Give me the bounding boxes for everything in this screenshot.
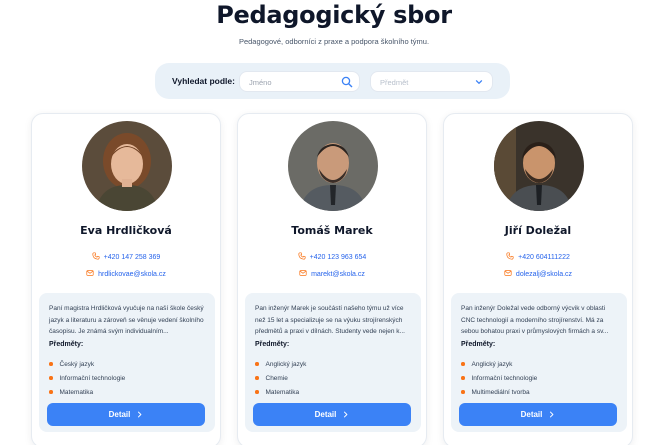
avatar [82,121,172,211]
subject-item: Matematika [255,385,306,399]
search-bar: Vyhledat podle: Předmět [155,63,510,99]
chevron-right-icon [138,411,142,418]
phone-link[interactable]: +420 604111222 [444,252,632,261]
teacher-bio: Paní magistra Hrdličková vyučuje na naší… [49,305,204,335]
detail-button[interactable]: Detail [47,403,205,426]
search-icon[interactable] [341,76,353,88]
teacher-info-panel: Paní magistra Hrdličková vyučuje na naší… [39,293,215,432]
chevron-down-icon [475,80,483,84]
bullet-icon [255,376,259,380]
page-title: Pedagogický sbor [216,1,452,29]
subject-item: Anglický jazyk [255,357,306,371]
teacher-info-panel: Pan inženýr Doležal vede odborný výcvik … [451,293,627,432]
bullet-icon [49,376,53,380]
phone-icon [506,252,514,260]
email-link[interactable]: dolezalj@skola.cz [444,269,632,278]
teacher-bio: Pan inženýr Marek je součástí našeho tým… [255,305,405,335]
detail-button[interactable]: Detail [253,403,411,426]
email-text: marekt@skola.cz [311,271,365,278]
avatar [288,121,378,211]
subject-item: Anglický jazyk [461,357,537,371]
subject-item: Chemie [255,371,306,385]
subject-select[interactable]: Předmět [370,71,493,92]
name-search-field[interactable] [239,71,360,92]
name-search-input[interactable] [240,73,340,92]
bullet-icon [255,362,259,366]
mail-icon [504,270,512,276]
teacher-name: Eva Hrdličková [80,224,172,237]
teacher-name: Jiří Doležal [504,224,572,237]
teacher-name: Tomáš Marek [291,224,373,237]
phone-link[interactable]: +420 147 258 369 [32,252,220,261]
teacher-bio: Pan inženýr Doležal vede odborný výcvik … [461,305,609,335]
phone-text: +420 123 963 654 [309,254,367,261]
teacher-info-panel: Pan inženýr Marek je součástí našeho tým… [245,293,421,432]
subject-item: Multimediální tvorba [461,385,537,399]
chevron-right-icon [550,411,554,418]
bullet-icon [49,390,53,394]
email-link[interactable]: hrdlickovae@skola.cz [32,269,220,278]
email-link[interactable]: marekt@skola.cz [238,269,426,278]
phone-icon [298,252,306,260]
bullet-icon [255,390,259,394]
email-text: hrdlickovae@skola.cz [98,271,166,278]
email-text: dolezalj@skola.cz [515,271,573,278]
avatar [494,121,584,211]
subjects-list: Český jazyk Informační technologie Matem… [49,357,125,399]
mail-icon [299,270,307,276]
teacher-card: Tomáš Marek +420 123 963 654 marekt@skol… [237,113,427,445]
subjects-heading: Předměty: [461,341,496,348]
phone-text: +420 147 258 369 [103,254,161,261]
phone-text: +420 604111222 [518,254,570,261]
subjects-list: Anglický jazyk Informační technologie Mu… [461,357,537,399]
subject-item: Český jazyk [49,357,125,371]
subjects-heading: Předměty: [49,341,84,348]
phone-link[interactable]: +420 123 963 654 [238,252,426,261]
bullet-icon [461,390,465,394]
search-label: Vyhledat podle: [172,76,235,86]
page-subtitle: Pedagogové, odborníci z praxe a podpora … [238,37,430,46]
bullet-icon [461,362,465,366]
subjects-list: Anglický jazyk Chemie Matematika [255,357,306,399]
bullet-icon [49,362,53,366]
subjects-heading: Předměty: [255,341,290,348]
bullet-icon [461,376,465,380]
teacher-card: Jiří Doležal +420 604111222 dolezalj@sko… [443,113,633,445]
chevron-right-icon [344,411,348,418]
subject-item: Informační technologie [49,371,125,385]
subject-item: Informační technologie [461,371,537,385]
subject-item: Matematika [49,385,125,399]
teacher-card: Eva Hrdličková +420 147 258 369 hrdlicko… [31,113,221,445]
mail-icon [86,270,94,276]
detail-button[interactable]: Detail [459,403,617,426]
phone-icon [92,252,100,260]
subject-select-placeholder: Předmět [380,78,409,87]
